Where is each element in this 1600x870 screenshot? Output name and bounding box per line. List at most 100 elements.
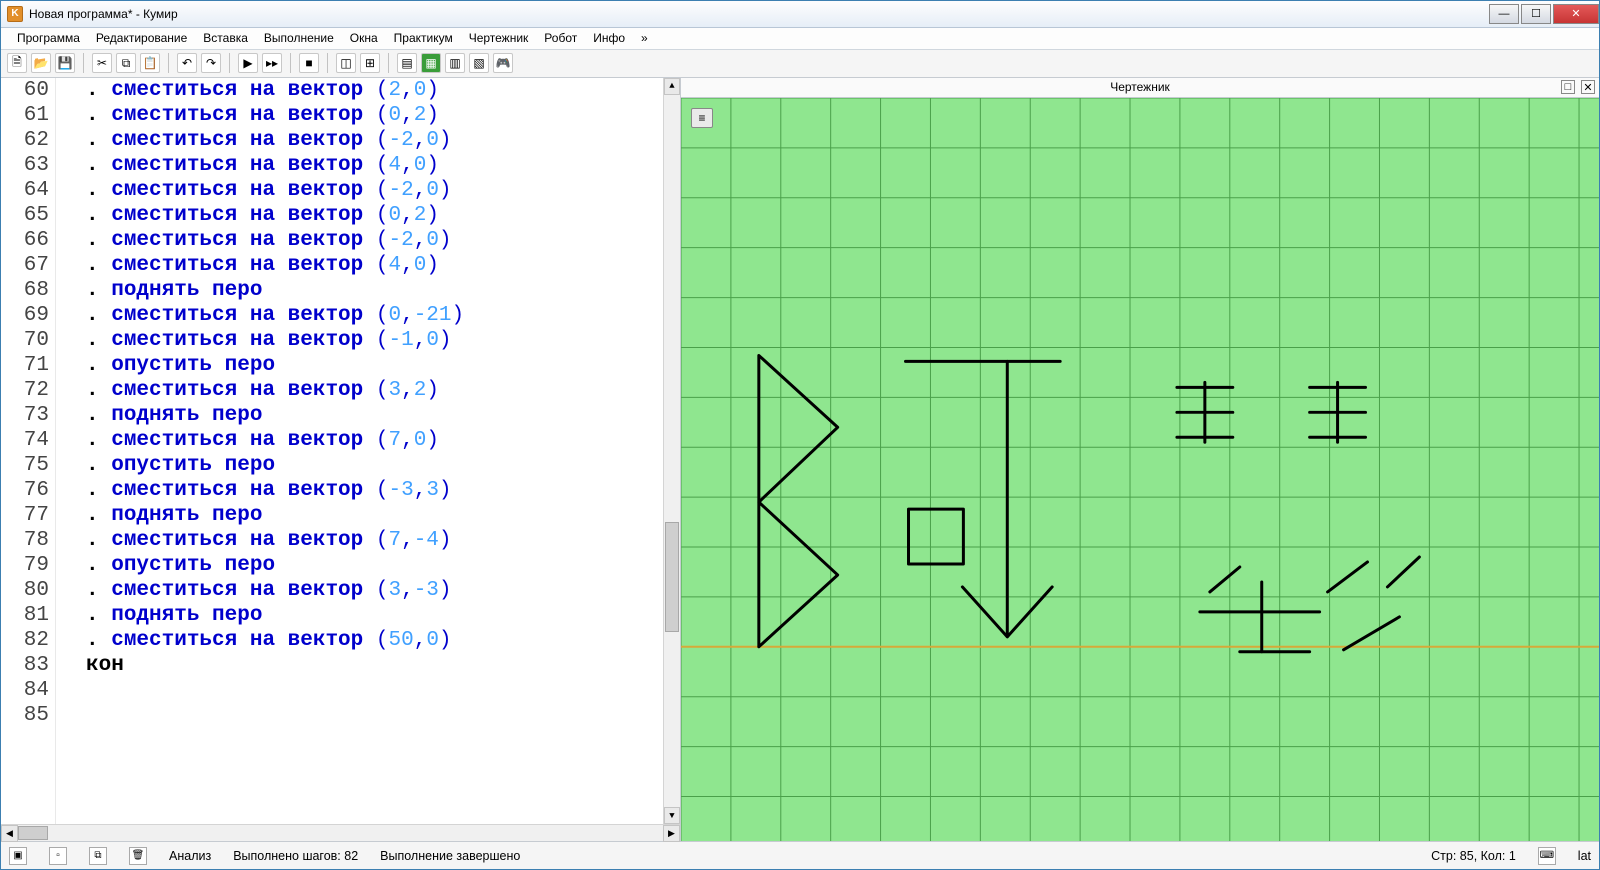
editor-body: 6061626364656667686970717273747576777879… <box>1 78 680 824</box>
scroll-thumb[interactable] <box>665 522 679 632</box>
maximize-button[interactable]: ☐ <box>1521 4 1551 24</box>
scroll-down-button[interactable]: ▼ <box>664 807 680 824</box>
layout1-button[interactable]: ◫ <box>336 53 356 73</box>
drawing-canvas[interactable]: ≡ <box>681 98 1599 841</box>
close-button[interactable]: ✕ <box>1553 4 1599 24</box>
scroll-track-h[interactable] <box>18 825 663 841</box>
menubar: Программа Редактирование Вставка Выполне… <box>1 28 1599 50</box>
code-line[interactable]: . поднять перо <box>86 503 663 528</box>
menu-info[interactable]: Инфо <box>585 29 633 47</box>
menu-run[interactable]: Выполнение <box>256 29 342 47</box>
code-line[interactable]: . сместиться на вектор (3,2) <box>86 378 663 403</box>
paste-button[interactable]: 📋 <box>140 53 160 73</box>
status-analysis: Анализ <box>169 849 211 863</box>
menu-more[interactable]: » <box>633 29 656 47</box>
code-line[interactable]: . сместиться на вектор (2,0) <box>86 78 663 103</box>
menu-robot[interactable]: Робот <box>536 29 585 47</box>
code-line[interactable]: . сместиться на вектор (-2,0) <box>86 228 663 253</box>
layout2-button[interactable]: ⊞ <box>360 53 380 73</box>
line-number: 68 <box>1 278 49 303</box>
line-number: 61 <box>1 103 49 128</box>
line-number: 66 <box>1 228 49 253</box>
menu-drawer[interactable]: Чертежник <box>461 29 537 47</box>
status-icon-3[interactable]: ⧉ <box>89 847 107 865</box>
code-line[interactable]: . сместиться на вектор (-3,3) <box>86 478 663 503</box>
line-number: 78 <box>1 528 49 553</box>
game-button[interactable]: 🎮 <box>493 53 513 73</box>
status-lang: lat <box>1578 849 1591 863</box>
cut-button[interactable]: ✂ <box>92 53 112 73</box>
code-line[interactable]: . опустить перо <box>86 453 663 478</box>
code-line[interactable]: кон <box>86 653 663 678</box>
line-number: 79 <box>1 553 49 578</box>
code-line[interactable]: . сместиться на вектор (0,2) <box>86 103 663 128</box>
grid-active-button[interactable]: ▦ <box>421 53 441 73</box>
grid3-button[interactable]: ▥ <box>445 53 465 73</box>
code-line[interactable]: . сместиться на вектор (7,0) <box>86 428 663 453</box>
menu-edit[interactable]: Редактирование <box>88 29 195 47</box>
run-button[interactable]: ▶ <box>238 53 258 73</box>
scroll-left-button[interactable]: ◀ <box>1 825 18 842</box>
line-number: 83 <box>1 653 49 678</box>
stop-button[interactable]: ■ <box>299 53 319 73</box>
code-line[interactable]: . сместиться на вектор (0,-21) <box>86 303 663 328</box>
minimize-button[interactable]: — <box>1489 4 1519 24</box>
horizontal-scrollbar[interactable]: ◀ ▶ <box>1 824 680 841</box>
code-line[interactable]: . поднять перо <box>86 403 663 428</box>
toolbar: 🗎 📂 💾 ✂ ⧉ 📋 ↶ ↷ ▶ ▸▸ ■ ◫ ⊞ ▤ ▦ ▥ ▧ 🎮 <box>1 50 1599 78</box>
separator-icon <box>83 53 84 73</box>
grid4-button[interactable]: ▧ <box>469 53 489 73</box>
step-button[interactable]: ▸▸ <box>262 53 282 73</box>
panel-maximize-button[interactable]: □ <box>1561 80 1575 94</box>
code-line[interactable]: . сместиться на вектор (-2,0) <box>86 128 663 153</box>
status-icon-1[interactable]: ▣ <box>9 847 27 865</box>
code-line[interactable] <box>86 703 663 728</box>
status-done: Выполнение завершено <box>380 849 520 863</box>
window-title: Новая программа* - Кумир <box>29 7 178 21</box>
canvas-menu-button[interactable]: ≡ <box>691 108 713 128</box>
new-file-button[interactable]: 🗎 <box>7 53 27 73</box>
status-icon-4[interactable]: 🗑 <box>129 847 147 865</box>
undo-button[interactable]: ↶ <box>177 53 197 73</box>
code-line[interactable]: . опустить перо <box>86 353 663 378</box>
status-position: Стр: 85, Кол: 1 <box>1431 849 1516 863</box>
panel-header: Чертежник □ ✕ <box>681 78 1599 98</box>
scroll-right-button[interactable]: ▶ <box>663 825 680 842</box>
scroll-track[interactable] <box>664 95 680 807</box>
code-line[interactable]: . сместиться на вектор (50,0) <box>86 628 663 653</box>
code-line[interactable]: . поднять перо <box>86 603 663 628</box>
scroll-up-button[interactable]: ▲ <box>664 78 680 95</box>
main-area: 6061626364656667686970717273747576777879… <box>1 78 1599 841</box>
line-number: 63 <box>1 153 49 178</box>
code-line[interactable]: . опустить перо <box>86 553 663 578</box>
menu-windows[interactable]: Окна <box>342 29 386 47</box>
code-line[interactable]: . сместиться на вектор (7,-4) <box>86 528 663 553</box>
scroll-thumb-h[interactable] <box>18 826 48 840</box>
code-line[interactable]: . сместиться на вектор (4,0) <box>86 153 663 178</box>
copy-button[interactable]: ⧉ <box>116 53 136 73</box>
code-line[interactable]: . поднять перо <box>86 278 663 303</box>
grid1-button[interactable]: ▤ <box>397 53 417 73</box>
code-line[interactable]: . сместиться на вектор (0,2) <box>86 203 663 228</box>
code-line[interactable]: . сместиться на вектор (-1,0) <box>86 328 663 353</box>
keyboard-icon[interactable]: ⌨ <box>1538 847 1556 865</box>
app-window: K Новая программа* - Кумир — ☐ ✕ Програм… <box>0 0 1600 870</box>
app-icon: K <box>7 6 23 22</box>
line-number: 74 <box>1 428 49 453</box>
code-line[interactable] <box>86 678 663 703</box>
line-number: 73 <box>1 403 49 428</box>
save-file-button[interactable]: 💾 <box>55 53 75 73</box>
code-line[interactable]: . сместиться на вектор (-2,0) <box>86 178 663 203</box>
redo-button[interactable]: ↷ <box>201 53 221 73</box>
menu-practikum[interactable]: Практикум <box>386 29 461 47</box>
panel-close-button[interactable]: ✕ <box>1581 80 1595 94</box>
vertical-scrollbar[interactable]: ▲ ▼ <box>663 78 680 824</box>
menu-insert[interactable]: Вставка <box>195 29 256 47</box>
open-file-button[interactable]: 📂 <box>31 53 51 73</box>
status-icon-2[interactable]: ▫ <box>49 847 67 865</box>
code-area[interactable]: . сместиться на вектор (2,0). сместиться… <box>84 78 663 824</box>
canvas-svg <box>681 98 1599 841</box>
menu-program[interactable]: Программа <box>9 29 88 47</box>
code-line[interactable]: . сместиться на вектор (3,-3) <box>86 578 663 603</box>
code-line[interactable]: . сместиться на вектор (4,0) <box>86 253 663 278</box>
